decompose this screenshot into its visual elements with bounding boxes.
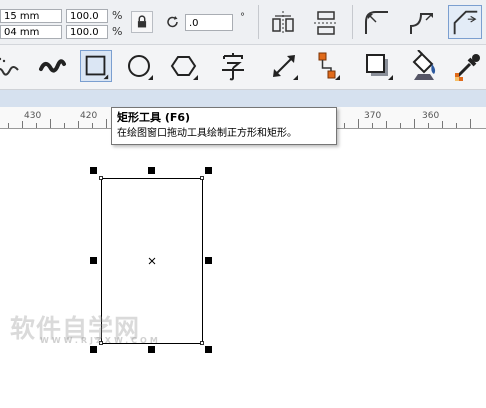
center-marker	[148, 257, 156, 265]
selection-handle-top-right[interactable]	[205, 167, 212, 174]
selection-handle-middle-right[interactable]	[205, 257, 212, 264]
selection-handle-top-left[interactable]	[90, 167, 97, 174]
selection-handle-top-center[interactable]	[148, 167, 155, 174]
tooltip-title: 矩形工具 (F6)	[117, 111, 191, 124]
selection-handle-bottom-center[interactable]	[148, 346, 155, 353]
tooltip-description: 在绘图窗口拖动工具绘制正方形和矩形。	[117, 128, 297, 139]
watermark-url: WWW.RJZXW.COM	[40, 336, 161, 345]
selected-rectangle-layer	[99, 176, 204, 345]
selection-handle-bottom-left[interactable]	[90, 346, 97, 353]
selection-handle-middle-left[interactable]	[90, 257, 97, 264]
rectangle-tool-tooltip: 矩形工具 (F6) 在绘图窗口拖动工具绘制正方形和矩形。	[111, 107, 337, 145]
selection-handle-bottom-right[interactable]	[205, 346, 212, 353]
